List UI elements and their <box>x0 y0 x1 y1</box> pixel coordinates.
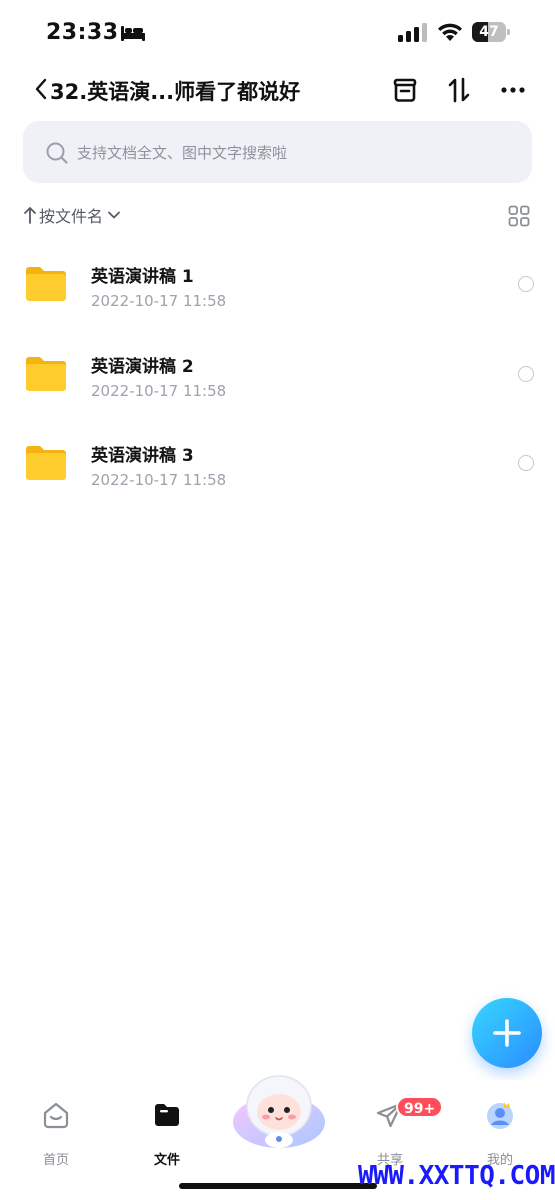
status-bar: 23:33 47 <box>0 0 555 66</box>
profile-avatar-icon <box>487 1102 513 1129</box>
plus-icon <box>493 1019 521 1047</box>
sort-swap-icon[interactable] <box>443 74 475 106</box>
file-list: 英语演讲稿 1 2022-10-17 11:58 英语演讲稿 2 2022-10… <box>0 238 555 507</box>
cellular-signal-icon <box>398 23 427 42</box>
list-item[interactable]: 英语演讲稿 1 2022-10-17 11:58 <box>0 238 555 328</box>
sort-selector[interactable]: 按文件名 <box>23 203 121 227</box>
chevron-down-icon <box>108 211 120 219</box>
status-time: 23:33 <box>46 20 119 45</box>
bag-icon[interactable] <box>389 74 421 106</box>
wifi-icon <box>438 23 462 41</box>
sort-label: 按文件名 <box>39 207 104 226</box>
battery-icon: 47 <box>472 22 510 42</box>
tab-files[interactable]: 文件 <box>127 1094 207 1168</box>
search-icon <box>46 142 68 164</box>
tab-label: 文件 <box>153 1153 180 1168</box>
tab-home[interactable]: 首页 <box>16 1094 96 1168</box>
watermark-text: WWW.XXTTQ.COM <box>358 1161 555 1191</box>
file-date: 2022-10-17 11:58 <box>91 471 227 489</box>
tab-share[interactable]: 99+ 共享 <box>350 1094 444 1168</box>
home-icon <box>43 1102 69 1129</box>
notification-badge: 99+ <box>396 1096 444 1118</box>
file-name: 英语演讲稿 1 <box>91 267 194 287</box>
folder-icon <box>155 1104 179 1126</box>
sort-up-arrow-icon <box>24 207 36 224</box>
grid-view-icon[interactable] <box>508 205 530 227</box>
search-placeholder: 支持文档全文、图中文字搜索啦 <box>77 144 288 162</box>
search-input[interactable]: 支持文档全文、图中文字搜索啦 <box>23 121 532 183</box>
folder-icon <box>26 356 66 391</box>
list-item[interactable]: 英语演讲稿 2 2022-10-17 11:58 <box>0 328 555 418</box>
folder-icon <box>26 446 66 480</box>
battery-level: 47 <box>479 24 499 40</box>
file-name: 英语演讲稿 2 <box>91 356 194 377</box>
select-checkbox[interactable] <box>518 365 534 382</box>
folder-icon <box>26 267 66 301</box>
select-checkbox[interactable] <box>518 276 534 292</box>
tab-label: 首页 <box>42 1153 69 1168</box>
sleep-icon <box>121 26 145 41</box>
page-title: 32.英语演...师看了都说好 <box>50 80 301 104</box>
file-date: 2022-10-17 11:58 <box>91 381 227 400</box>
home-indicator <box>179 1183 377 1189</box>
add-button[interactable] <box>472 998 542 1068</box>
nav-header: 32.英语演...师看了都说好 <box>0 66 555 116</box>
assistant-mascot[interactable] <box>232 1072 326 1152</box>
file-name: 英语演讲稿 3 <box>91 446 194 466</box>
file-date: 2022-10-17 11:58 <box>91 292 227 310</box>
tab-profile[interactable]: 我的 <box>460 1094 540 1168</box>
list-item[interactable]: 英语演讲稿 3 2022-10-17 11:58 <box>0 417 555 507</box>
back-icon[interactable] <box>34 78 48 100</box>
more-icon[interactable] <box>497 74 529 106</box>
select-checkbox[interactable] <box>518 455 534 471</box>
